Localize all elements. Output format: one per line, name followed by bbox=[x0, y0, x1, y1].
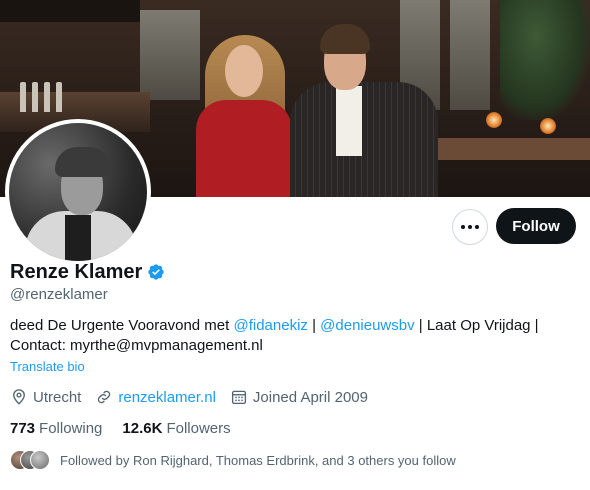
banner-window bbox=[140, 10, 200, 100]
banner-person-man-shirt bbox=[336, 86, 362, 156]
name-row: Renze Klamer bbox=[10, 260, 165, 284]
joined-text: Joined April 2009 bbox=[252, 388, 368, 406]
location-item: Utrecht bbox=[10, 388, 81, 406]
more-horizontal-icon bbox=[461, 225, 479, 229]
location-text: Utrecht bbox=[33, 388, 82, 406]
verified-badge-icon[interactable] bbox=[147, 263, 165, 281]
translate-bio-link[interactable]: Translate bio bbox=[10, 359, 85, 374]
bio-mention-link[interactable]: @fidanekiz bbox=[233, 317, 307, 334]
banner-person-man-suit bbox=[290, 82, 438, 197]
followers-link[interactable]: 12.6K Followers bbox=[122, 420, 230, 437]
banner-window bbox=[450, 0, 490, 110]
more-button[interactable] bbox=[452, 209, 488, 245]
bio-separator: | bbox=[307, 317, 321, 334]
location-pin-icon bbox=[13, 389, 25, 405]
followed-by-avatars bbox=[10, 450, 54, 470]
profile-stats: 773 Following 12.6K Followers bbox=[10, 420, 251, 437]
bio-text: deed De Urgente Vooravond met bbox=[10, 317, 234, 334]
profile-handle: @renzeklamer bbox=[10, 286, 108, 303]
banner-person-woman-dress bbox=[196, 100, 292, 197]
banner-beam bbox=[0, 0, 140, 22]
website-item: renzeklamer.nl bbox=[95, 388, 216, 406]
website-link[interactable]: renzeklamer.nl bbox=[118, 389, 216, 406]
calendar-icon bbox=[231, 390, 246, 405]
avatar-shirt bbox=[65, 215, 91, 261]
following-count: 773 bbox=[10, 420, 36, 437]
banner-person-man-hair bbox=[320, 24, 370, 54]
banner-bottle bbox=[20, 82, 26, 112]
profile-bio: deed De Urgente Vooravond met @fidanekiz… bbox=[10, 316, 570, 356]
followed-by-row[interactable]: Followed by Ron Rijghard, Thomas Erdbrin… bbox=[10, 450, 456, 470]
following-link[interactable]: 773 Following bbox=[10, 420, 102, 437]
joined-item: Joined April 2009 bbox=[230, 388, 368, 406]
bio-mention-link[interactable]: @denieuwsbv bbox=[320, 317, 414, 334]
banner-person-woman-face bbox=[225, 45, 263, 97]
following-label: Following bbox=[39, 420, 103, 437]
followed-by-text: Followed by Ron Rijghard, Thomas Erdbrin… bbox=[60, 452, 456, 468]
follow-button[interactable]: Follow bbox=[496, 208, 576, 244]
banner-bottle bbox=[56, 82, 62, 112]
banner-lamp bbox=[540, 118, 556, 134]
profile-meta: Utrecht renzeklamer.nl Joined April 2009 bbox=[10, 388, 382, 406]
display-name: Renze Klamer bbox=[10, 261, 143, 283]
banner-bottle bbox=[32, 82, 38, 112]
profile-avatar[interactable] bbox=[5, 119, 151, 265]
banner-plant bbox=[500, 0, 590, 120]
avatar bbox=[30, 450, 50, 470]
followers-label: Followers bbox=[166, 420, 231, 437]
banner-bottle bbox=[44, 82, 50, 112]
link-icon bbox=[98, 390, 111, 404]
avatar-hair bbox=[55, 147, 111, 177]
followers-count: 12.6K bbox=[122, 420, 163, 437]
banner-lamp bbox=[486, 112, 502, 128]
